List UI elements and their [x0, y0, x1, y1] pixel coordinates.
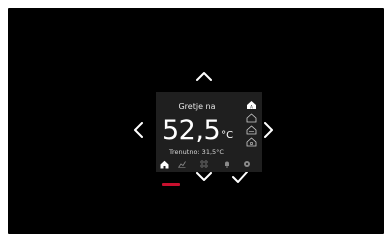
current-temperature: Trenutno: 31,5°C — [169, 148, 224, 156]
mode-icon-column: A — [246, 100, 258, 149]
thermostat-screen: Gretje na 52,5 °C Trenutno: 31,5°C A — [156, 92, 262, 172]
tab-home[interactable] — [159, 159, 169, 169]
chart-icon — [178, 161, 186, 168]
thermostat-device: Gretje na 52,5 °C Trenutno: 31,5°C A — [8, 8, 384, 234]
left-button[interactable] — [129, 121, 147, 139]
tab-notifications[interactable] — [222, 159, 232, 169]
chevron-up-icon — [196, 72, 212, 81]
chevron-right-icon — [264, 122, 273, 138]
home-eco-icon[interactable] — [246, 125, 257, 135]
home-icon — [160, 160, 168, 168]
mode-title: Gretje na — [178, 102, 216, 111]
active-indicator — [162, 183, 180, 186]
svg-text:A: A — [250, 105, 253, 110]
setpoint-display: 52,5 °C — [162, 117, 233, 144]
settings-icon — [244, 161, 250, 167]
setpoint-unit: °C — [221, 130, 234, 141]
bell-icon — [225, 161, 229, 168]
chevron-down-icon — [196, 172, 212, 181]
chevron-left-icon — [134, 122, 143, 138]
setpoint-value: 52,5 — [162, 115, 221, 146]
home-auto-icon[interactable]: A — [246, 100, 257, 110]
tab-settings[interactable] — [242, 159, 252, 169]
right-button[interactable] — [260, 121, 278, 139]
tab-statistics[interactable] — [177, 159, 187, 169]
bottom-tab-bar — [156, 159, 262, 169]
grid-icon — [200, 160, 208, 168]
up-button[interactable] — [195, 67, 213, 85]
tab-programs[interactable] — [199, 159, 209, 169]
checkmark-icon — [232, 171, 248, 183]
home-comfort-icon[interactable] — [246, 113, 257, 123]
home-away-icon[interactable] — [246, 137, 257, 147]
